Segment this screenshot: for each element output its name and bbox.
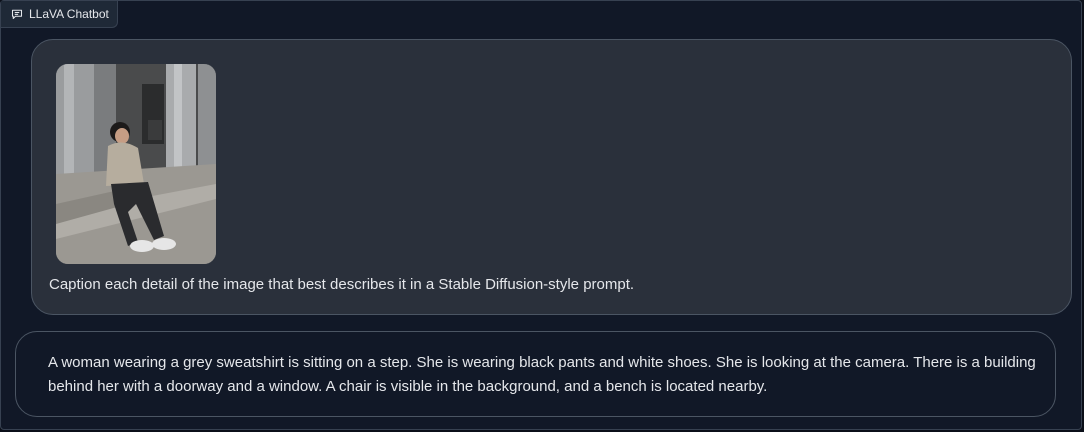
user-message: Caption each detail of the image that be…	[31, 39, 1072, 315]
chat-bubble-icon	[11, 8, 23, 20]
bot-message: A woman wearing a grey sweatshirt is sit…	[15, 331, 1056, 417]
chatbot-label-text: LLaVA Chatbot	[29, 7, 109, 21]
chatbot-panel: LLaVA Chatbot Caption each detail of the…	[0, 0, 1082, 430]
chatbot-label: LLaVA Chatbot	[1, 1, 118, 28]
bot-message-text: A woman wearing a grey sweatshirt is sit…	[48, 354, 1036, 395]
photo-thumbnail[interactable]	[56, 64, 216, 264]
user-message-text: Caption each detail of the image that be…	[49, 276, 635, 293]
